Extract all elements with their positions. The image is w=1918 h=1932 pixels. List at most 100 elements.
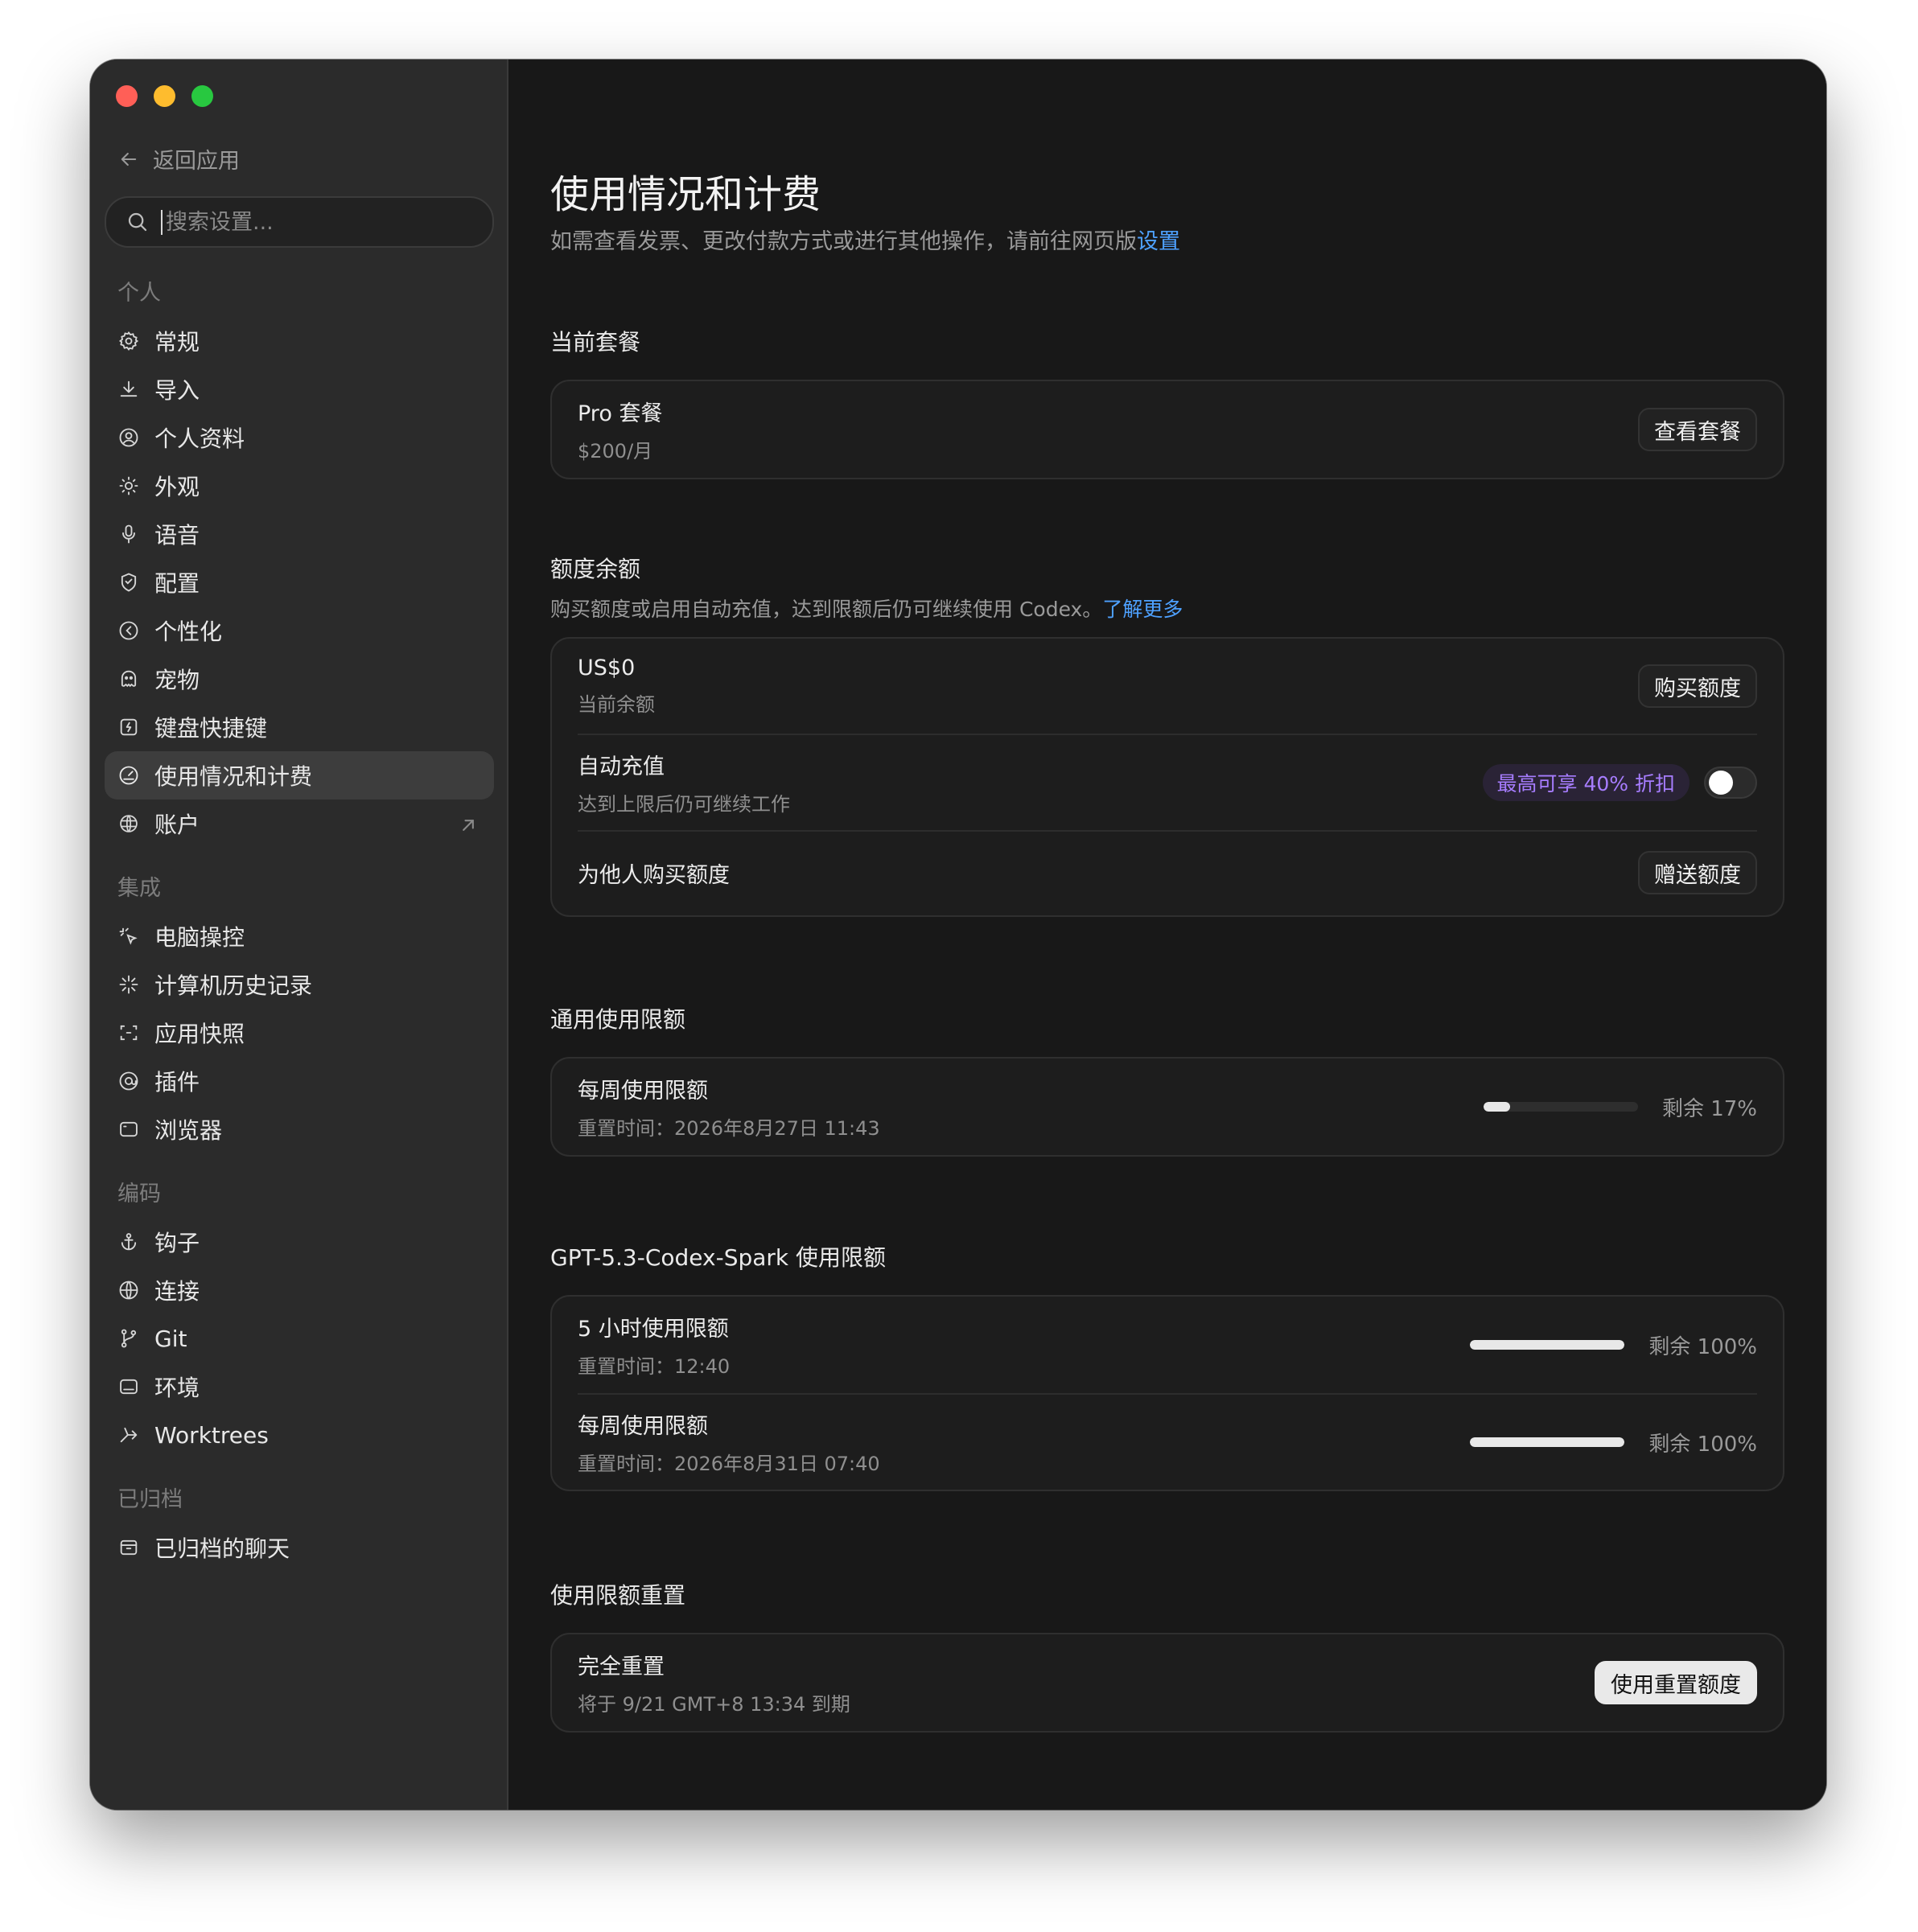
sidebar-item-label: 宠物 [154, 667, 200, 693]
sidebar-item-worktrees[interactable]: Worktrees [105, 1411, 494, 1459]
pet-icon [121, 670, 137, 688]
balance-row: US$0 当前余额 购买额度 [552, 639, 1783, 734]
sidebar: 返回应用 个人 常规 导入 个人资料 外观 [90, 60, 508, 1810]
sidebar-item-label: 个性化 [154, 619, 223, 645]
history-burst-icon [119, 975, 138, 994]
zoom-window-button[interactable] [191, 85, 213, 107]
gauge-icon [119, 766, 138, 785]
close-window-button[interactable] [116, 85, 138, 107]
sun-icon [119, 476, 138, 495]
auto-recharge-info: 自动充值 达到上限后仍可继续工作 [578, 749, 790, 816]
keyboard-icon [120, 718, 138, 736]
section-title-archived: 已归档 [117, 1487, 183, 1512]
full-reset-expiry: 将于 9/21 GMT+8 13:34 到期 [578, 1693, 850, 1716]
weekly-limit-info: 每周使用限额 重置时间：2026年8月27日 11:43 [578, 1073, 880, 1141]
sidebar-item-label: 配置 [154, 570, 200, 597]
sidebar-item-pet[interactable]: 宠物 [105, 655, 494, 703]
section-title-integrations: 集成 [117, 876, 161, 901]
sidebar-item-label: 外观 [154, 474, 200, 500]
sidebar-item-label: 计算机历史记录 [154, 972, 313, 999]
sidebar-item-label: 语音 [154, 522, 200, 549]
git-branch-icon [121, 1329, 137, 1348]
spark-limits-heading: GPT-5.3-Codex-Spark 使用限额 [550, 1244, 887, 1271]
sidebar-item-label: 浏览器 [154, 1117, 223, 1144]
snapshot-icon [120, 1025, 138, 1041]
sidebar-item-usage-billing[interactable]: 使用情况和计费 [105, 751, 494, 800]
sidebar-item-archived-chats[interactable]: 已归档的聊天 [105, 1523, 494, 1572]
sidebar-item-label: 插件 [154, 1069, 200, 1095]
sidebar-item-git[interactable]: Git [105, 1314, 494, 1363]
back-label: 返回应用 [153, 149, 240, 174]
main-panel: 使用情况和计费 如需查看发票、更改付款方式或进行其他操作，请前往网页版设置 当前… [508, 60, 1826, 1810]
sidebar-item-label: 钩子 [154, 1230, 200, 1256]
gift-credits-button[interactable]: 赠送额度 [1638, 851, 1757, 894]
sidebar-item-browser[interactable]: 浏览器 [105, 1105, 494, 1153]
sidebar-item-label: 连接 [154, 1278, 200, 1305]
app-window: 返回应用 个人 常规 导入 个人资料 外观 [90, 60, 1826, 1810]
arrow-left-icon [121, 152, 137, 166]
page-title: 使用情况和计费 [550, 172, 821, 217]
auto-recharge-row: 自动充值 达到上限后仍可继续工作 最高可享 40% 折扣 [578, 734, 1757, 830]
five-hour-limit-info: 5 小时使用限额 重置时间：12:40 [578, 1311, 730, 1379]
learn-more-link[interactable]: 了解更多 [1102, 598, 1183, 621]
limit-reset-card: 完全重置 将于 9/21 GMT+8 13:34 到期 使用重置额度 [550, 1633, 1784, 1733]
minimize-window-button[interactable] [154, 85, 175, 107]
sidebar-item-import[interactable]: 导入 [105, 365, 494, 413]
full-reset-row: 完全重置 将于 9/21 GMT+8 13:34 到期 使用重置额度 [552, 1634, 1783, 1731]
balance-value: US$0 [578, 656, 636, 680]
sidebar-item-plugins[interactable]: 插件 [105, 1057, 494, 1105]
gift-title: 为他人购买额度 [578, 862, 730, 888]
plan-row: Pro 套餐 $200/月 查看套餐 [552, 381, 1783, 478]
account-icon [120, 815, 138, 832]
view-plans-button[interactable]: 查看套餐 [1638, 408, 1757, 451]
section-title-personal: 个人 [117, 281, 161, 306]
credit-balance-desc: 购买额度或启用自动充值，达到限额后仍可继续使用 Codex。了解更多 [550, 594, 1183, 623]
sidebar-item-computer-history[interactable]: 计算机历史记录 [105, 960, 494, 1009]
worktree-icon [120, 1427, 138, 1443]
web-settings-link[interactable]: 设置 [1137, 229, 1180, 254]
sidebar-item-label: 应用快照 [154, 1021, 245, 1047]
buy-credits-button[interactable]: 购买额度 [1638, 664, 1757, 708]
search-input[interactable] [161, 209, 467, 235]
remaining-label: 剩余 17% [1661, 1096, 1757, 1121]
sidebar-item-hooks[interactable]: 钩子 [105, 1218, 494, 1266]
sidebar-item-computer-use[interactable]: 电脑操控 [105, 912, 494, 960]
sidebar-item-label: 环境 [154, 1375, 200, 1401]
sidebar-item-shortcuts[interactable]: 键盘快捷键 [105, 703, 494, 751]
balance-info: US$0 当前余额 [578, 656, 655, 717]
sidebar-item-label: 电脑操控 [154, 924, 245, 951]
browser-icon [120, 1121, 138, 1137]
toggle-knob [1709, 771, 1733, 795]
use-reset-credit-button[interactable]: 使用重置额度 [1595, 1661, 1757, 1704]
plan-name: Pro 套餐 [578, 401, 663, 426]
sidebar-item-environment[interactable]: 环境 [105, 1363, 494, 1411]
sidebar-item-appearance[interactable]: 外观 [105, 462, 494, 510]
sidebar-item-app-snapshot[interactable]: 应用快照 [105, 1009, 494, 1057]
five-hour-limit-title: 5 小时使用限额 [578, 1317, 729, 1342]
credit-desc-text: 购买额度或启用自动充值，达到限额后仍可继续使用 Codex。 [550, 598, 1103, 621]
archive-icon [120, 1539, 138, 1556]
credit-balance-heading: 额度余额 [550, 556, 641, 582]
weekly-limit-row: 每周使用限额 重置时间：2026年8月27日 11:43 剩余 17% [552, 1058, 1783, 1155]
sidebar-item-config[interactable]: 配置 [105, 558, 494, 606]
sidebar-item-voice[interactable]: 语音 [105, 510, 494, 558]
sidebar-item-label: Git [154, 1325, 187, 1352]
anchor-icon [121, 1233, 137, 1251]
spark-weekly-limit-info: 每周使用限额 重置时间：2026年8月31日 07:40 [578, 1408, 880, 1476]
spark-weekly-limit-usage: 剩余 100% [1470, 1428, 1757, 1457]
sidebar-item-account[interactable]: 账户 [105, 800, 494, 848]
sidebar-item-profile[interactable]: 个人资料 [105, 413, 494, 462]
sidebar-item-personalization[interactable]: 个性化 [105, 606, 494, 655]
discount-badge: 最高可享 40% 折扣 [1482, 764, 1690, 801]
usage-progress-fill [1483, 1102, 1510, 1112]
personalize-icon [119, 621, 138, 640]
sidebar-item-connections[interactable]: 连接 [105, 1266, 494, 1314]
back-to-app-link[interactable]: 返回应用 [117, 143, 240, 175]
sidebar-item-general[interactable]: 常规 [105, 317, 494, 365]
full-reset-title: 完全重置 [578, 1655, 665, 1679]
auto-recharge-toggle[interactable] [1704, 767, 1757, 799]
gift-credits-row: 为他人购买额度 赠送额度 [578, 830, 1757, 914]
auto-recharge-controls: 最高可享 40% 折扣 [1482, 764, 1757, 801]
usage-progress-fill [1470, 1340, 1625, 1350]
sidebar-item-label: 键盘快捷键 [154, 715, 268, 742]
